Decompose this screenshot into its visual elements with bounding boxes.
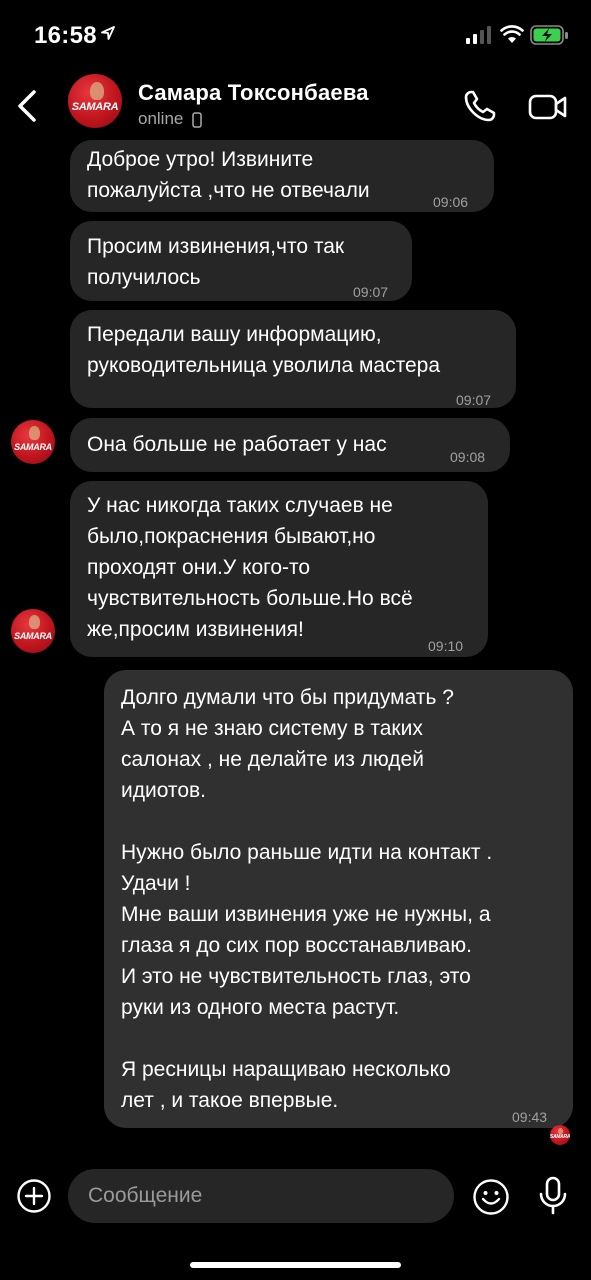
microphone-icon[interactable] (538, 1176, 568, 1216)
contact-avatar[interactable]: SAMARA (68, 74, 122, 128)
wifi-icon (500, 25, 524, 43)
message-text: Просим извинения,что так получилось (87, 235, 345, 289)
message-text: Передали вашу информацию, руководительни… (87, 323, 441, 377)
status-time: 16:58 (34, 22, 97, 49)
avatar-logo-text: SAMARA (14, 631, 52, 641)
read-receipt-avatar: SAMARA (550, 1125, 570, 1145)
message-time: 09:07 (456, 392, 492, 408)
phone-icon[interactable] (462, 88, 498, 124)
message-time: 09:06 (433, 194, 469, 210)
message-text: Долго думали что бы придумать ? А то я н… (121, 686, 493, 1112)
message-time: 09:07 (353, 284, 389, 300)
avatar-figure (29, 615, 40, 629)
message-bubble[interactable]: Передали вашу информацию, руководительни… (70, 310, 516, 408)
battery-charging-icon (530, 25, 568, 45)
avatar-logo-text: SAMARA (14, 442, 52, 452)
cellular-signal-icon (466, 26, 491, 44)
avatar-logo-text: SAMARA (71, 101, 119, 113)
chevron-left-icon[interactable] (14, 86, 40, 126)
smiley-icon[interactable] (472, 1178, 510, 1216)
message-bubble[interactable]: Доброе утро! Извините пожалуйста ,что не… (70, 140, 494, 212)
message-bubble[interactable]: Просим извинения,что так получилось 09:0… (70, 221, 412, 301)
sender-avatar[interactable]: SAMARA (11, 420, 55, 464)
location-arrow-icon (101, 26, 115, 40)
message-bubble-outgoing[interactable]: Долго думали что бы придумать ? А то я н… (104, 670, 573, 1128)
home-indicator[interactable] (190, 1262, 401, 1268)
avatar-logo-text: SAMARA (550, 1134, 570, 1140)
chat-header: SAMARA Самара Токсонбаева online (0, 64, 591, 148)
message-text: Она больше не работает у нас (87, 433, 387, 456)
message-bubble[interactable]: Она больше не работает у нас 09:08 (70, 418, 510, 472)
avatar-figure (29, 426, 40, 440)
message-text: У нас никогда таких случаев не было,покр… (87, 494, 413, 641)
avatar-figure (558, 1128, 563, 1134)
message-time: 09:10 (428, 638, 464, 654)
message-input[interactable] (68, 1169, 454, 1223)
phone-device-icon (192, 111, 202, 128)
message-text: Доброе утро! Извините пожалуйста ,что не… (87, 148, 370, 202)
sender-avatar[interactable]: SAMARA (11, 609, 55, 653)
plus-circle-icon[interactable] (16, 1178, 52, 1214)
contact-name[interactable]: Самара Токсонбаева (138, 80, 369, 106)
avatar-figure (90, 82, 104, 100)
message-time: 09:43 (512, 1109, 548, 1125)
status-bar: 16:58 (0, 0, 591, 64)
message-bubble[interactable]: У нас никогда таких случаев не было,покр… (70, 481, 488, 657)
video-camera-icon[interactable] (528, 92, 568, 122)
message-time: 09:08 (450, 449, 486, 465)
contact-status-text: online (138, 109, 184, 128)
contact-status: online (138, 109, 202, 129)
message-composer (0, 1160, 591, 1232)
